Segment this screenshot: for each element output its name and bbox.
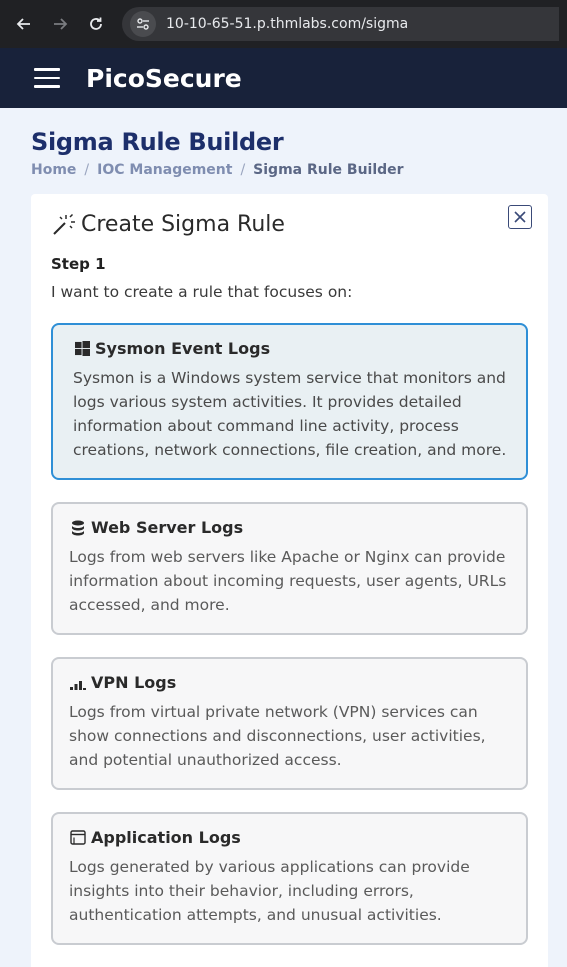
option-description: Logs generated by various applications c… [69,858,470,924]
breadcrumb: Home / IOC Management / Sigma Rule Build… [31,162,548,178]
close-icon [514,211,526,223]
option-description: Sysmon is a Windows system service that … [73,369,507,459]
option-header: Web Server Logs [69,518,510,537]
step-description: I want to create a rule that focuses on: [51,283,353,301]
browser-toolbar: 10-10-65-51.p.thmlabs.com/sigma [0,0,567,48]
step-label: Step 1 [51,255,106,273]
option-title: VPN Logs [91,673,177,692]
option-header: VPN Logs [69,673,510,692]
arrow-left-icon [16,18,30,30]
site-info-button[interactable] [130,11,156,37]
card-title: Create Sigma Rule [51,212,528,237]
option-vpn-logs[interactable]: VPN Logs Logs from virtual private netwo… [51,657,528,790]
app-header: PicoSecure [0,48,567,108]
option-title: Sysmon Event Logs [95,339,271,358]
breadcrumb-current: Sigma Rule Builder [253,162,404,178]
address-bar[interactable]: 10-10-65-51.p.thmlabs.com/sigma [122,7,559,41]
close-button[interactable] [508,205,532,229]
option-header: Application Logs [69,828,510,847]
breadcrumb-home[interactable]: Home [31,162,76,178]
signal-icon [69,674,87,692]
option-description: Logs from web servers like Apache or Ngi… [69,548,507,614]
page-content: Sigma Rule Builder Home / IOC Management… [0,108,567,967]
option-header: Sysmon Event Logs [73,339,508,358]
option-sysmon-event-logs[interactable]: Sysmon Event Logs Sysmon is a Windows sy… [51,323,528,480]
magic-wand-icon [53,213,75,235]
option-web-server-logs[interactable]: Web Server Logs Logs from web servers li… [51,502,528,635]
breadcrumb-ioc-management[interactable]: IOC Management [97,162,232,178]
arrow-right-icon [54,18,68,30]
forward-button[interactable] [44,8,76,40]
option-title: Application Logs [91,828,241,847]
option-application-logs[interactable]: Application Logs Logs generated by vario… [51,812,528,945]
tune-icon [137,18,149,30]
page-title: Sigma Rule Builder [31,128,284,156]
brand-logo[interactable]: PicoSecure [86,64,242,93]
card-title-text: Create Sigma Rule [81,212,285,237]
option-title: Web Server Logs [91,518,244,537]
back-button[interactable] [8,8,40,40]
url-text: 10-10-65-51.p.thmlabs.com/sigma [166,16,409,32]
reload-button[interactable] [80,8,112,40]
breadcrumb-separator: / [240,162,246,178]
window-icon [69,829,87,847]
create-rule-card: Create Sigma Rule Step 1 I want to creat… [31,194,548,967]
option-description: Logs from virtual private network (VPN) … [69,703,486,769]
menu-icon[interactable] [34,68,60,88]
database-icon [69,519,87,537]
reload-icon [90,17,102,30]
windows-icon [73,340,91,358]
breadcrumb-separator: / [84,162,90,178]
